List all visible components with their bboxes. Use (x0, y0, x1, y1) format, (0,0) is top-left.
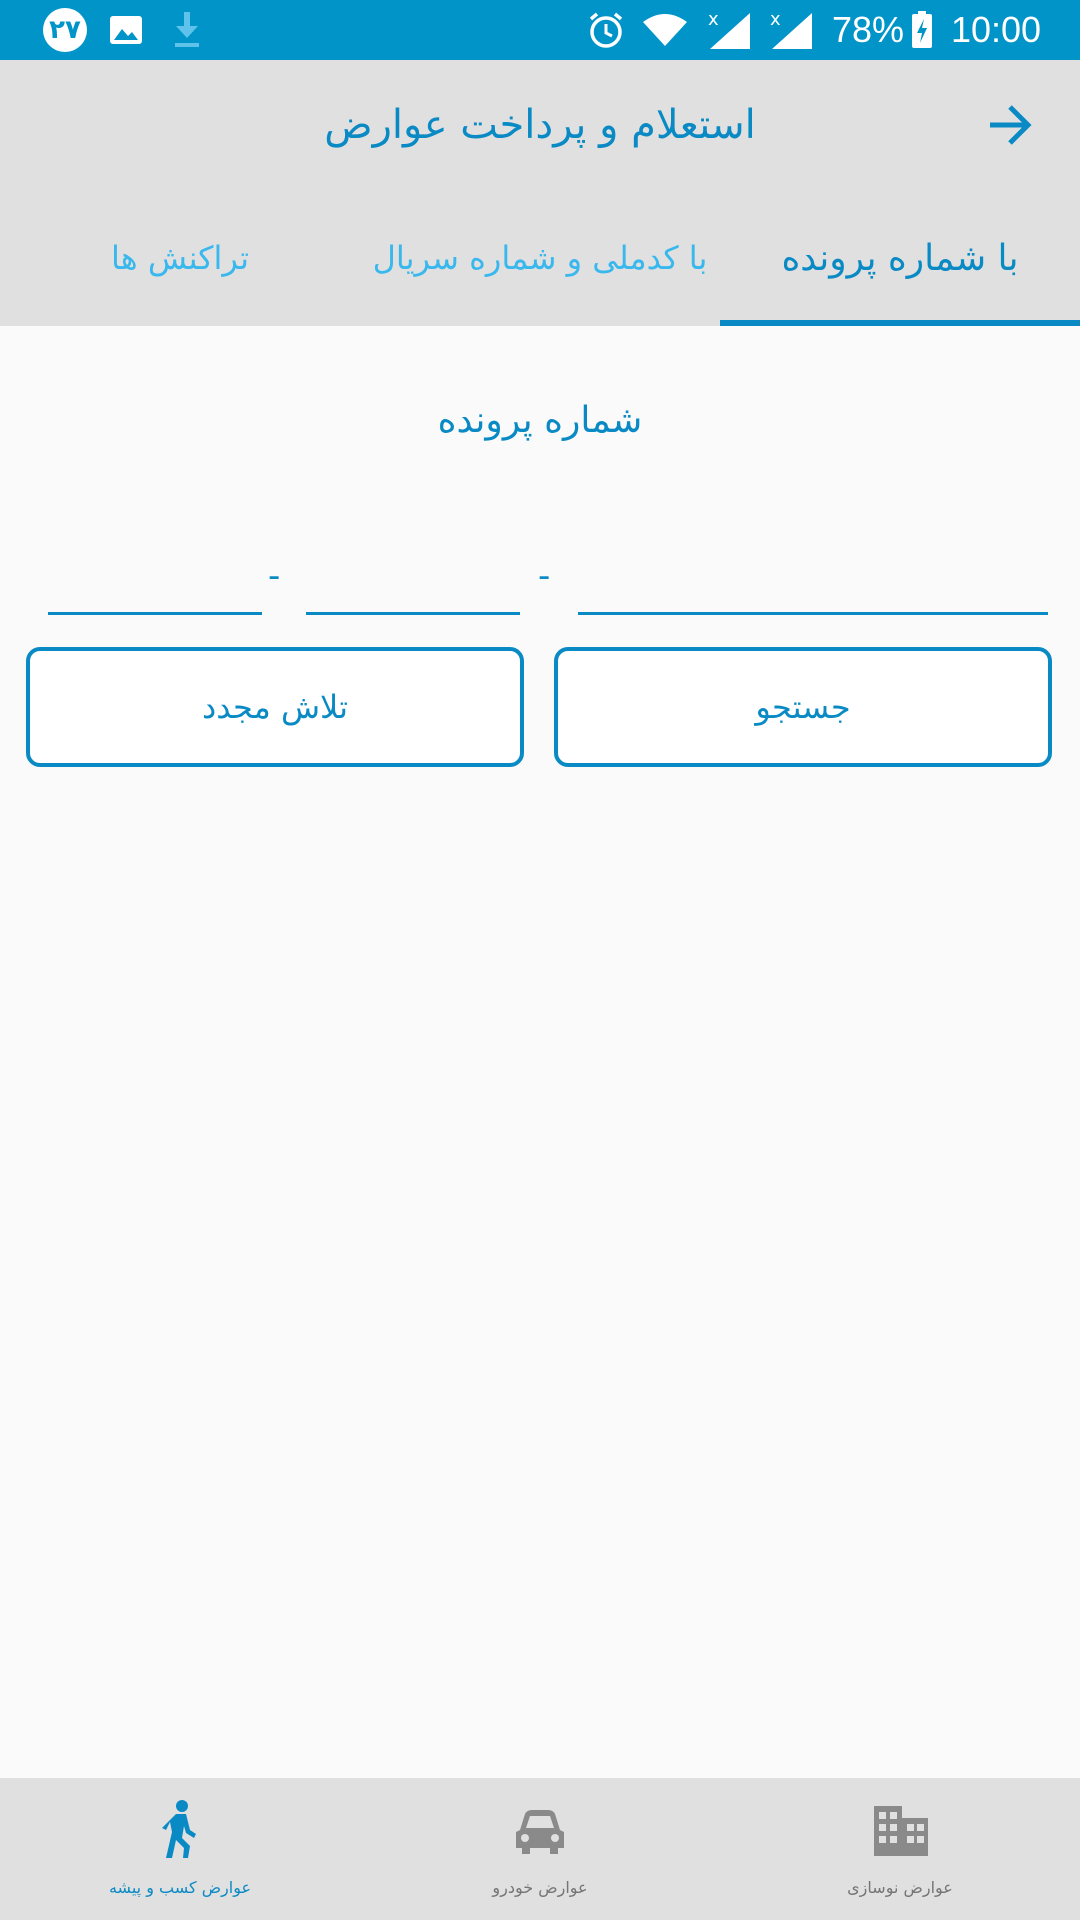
alarm-icon (584, 0, 628, 60)
building-icon (874, 1806, 928, 1856)
battery-percent: 78% (831, 9, 905, 50)
file-number-input-2[interactable] (306, 560, 520, 615)
app-screen: ۲۷ x x 78% 10:00 استعلام و پرداخت عوارض … (0, 0, 1080, 1920)
file-number-label: شماره پرونده (437, 400, 643, 441)
page-title: استعلام و پرداخت عوارض (324, 102, 756, 148)
wifi-icon (640, 0, 690, 60)
nav-item-business-tolls[interactable]: عوارض کسب و پیشه (0, 1778, 360, 1920)
status-bar: ۲۷ x x 78% 10:00 (0, 0, 1080, 60)
svg-text:x: x (770, 9, 781, 30)
bottom-navigation: عوارض نوسازی عوارض خودرو عوارض کسب و پیش… (0, 1778, 1080, 1920)
tab-transactions[interactable]: تراکنش ها (0, 190, 360, 326)
car-icon (516, 1810, 564, 1854)
nav-label: عوارض خودرو (492, 1878, 588, 1897)
separator-1: - (538, 556, 551, 596)
active-tab-indicator (720, 320, 1080, 326)
retry-button[interactable]: تلاش مجدد (26, 647, 524, 767)
notification-badge: ۲۷ (42, 0, 88, 60)
back-button[interactable] (980, 95, 1040, 155)
file-number-input-3[interactable] (48, 560, 262, 615)
image-icon (108, 0, 144, 60)
search-button[interactable]: جستجو (554, 647, 1052, 767)
tab-bar: با شماره پرونده با کدملی و شماره سریال ت… (0, 190, 1080, 326)
signal-1-icon: x (706, 0, 752, 60)
tab-national-code-serial[interactable]: با کدملی و شماره سریال (360, 190, 720, 326)
nav-label: عوارض کسب و پیشه (108, 1878, 252, 1897)
battery-charging-icon (910, 0, 934, 60)
file-number-input-1[interactable] (578, 560, 1048, 615)
tab-file-number[interactable]: با شماره پرونده (720, 190, 1080, 326)
arrow-right-icon (990, 105, 1032, 145)
signal-2-icon: x (768, 0, 814, 60)
svg-text:x: x (708, 9, 719, 30)
notification-count: ۲۷ (43, 8, 87, 52)
download-icon (170, 0, 204, 60)
walking-person-icon (162, 1800, 196, 1858)
nav-label: عوارض نوسازی (847, 1878, 953, 1897)
nav-item-vehicle-tolls[interactable]: عوارض خودرو (360, 1778, 720, 1920)
app-bar: استعلام و پرداخت عوارض (0, 60, 1080, 190)
clock-time: 10:00 (950, 9, 1042, 50)
separator-2: - (268, 556, 281, 596)
nav-item-renovation-tolls[interactable]: عوارض نوسازی (720, 1778, 1080, 1920)
